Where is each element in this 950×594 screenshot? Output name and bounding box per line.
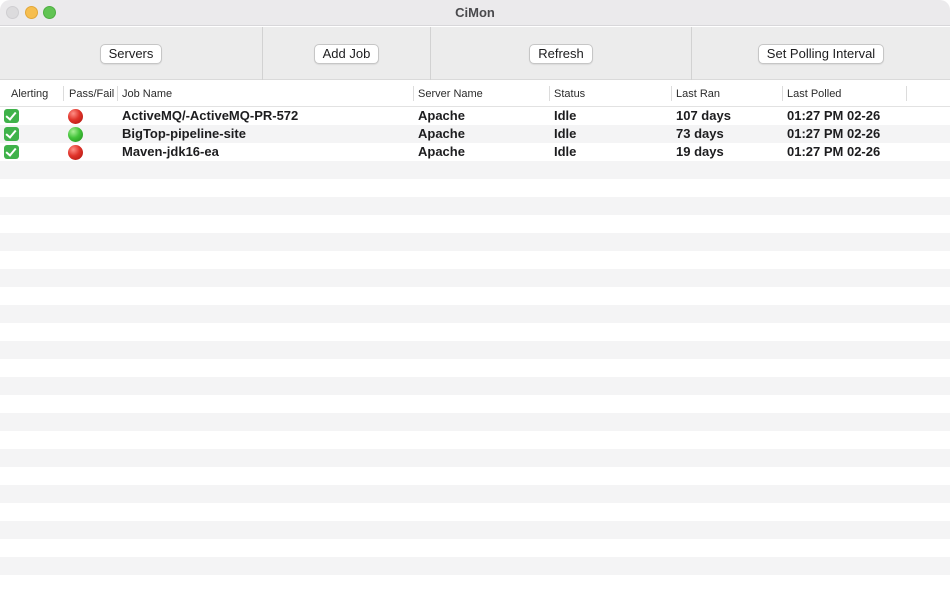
cell-job-name: ActiveMQ/-ActiveMQ-PR-572 [122, 108, 299, 123]
cell-job-name: Maven-jdk16-ea [122, 144, 219, 159]
cell-status: Idle [554, 108, 577, 123]
column-header-server-name[interactable]: Server Name [414, 87, 483, 101]
cell-last-ran: 19 days [676, 144, 724, 159]
empty-table-row [0, 233, 950, 251]
refresh-button[interactable]: Refresh [529, 43, 593, 64]
cell-status: Idle [554, 144, 577, 159]
cell-server-name: Apache [418, 144, 465, 159]
empty-table-row [0, 197, 950, 215]
empty-table-row [0, 431, 950, 449]
app-window: CiMon Servers Add Job Refresh Set Pollin… [0, 0, 950, 594]
column-resize-handle[interactable] [63, 86, 64, 101]
empty-table-row [0, 161, 950, 179]
toolbar-cell-add-job: Add Job [263, 27, 430, 80]
empty-table-row [0, 377, 950, 395]
empty-table-row [0, 557, 950, 575]
column-header-status[interactable]: Status [550, 87, 585, 101]
empty-table-row [0, 215, 950, 233]
cell-last-polled: 01:27 PM 02-26 [787, 144, 881, 159]
column-header-last-ran[interactable]: Last Ran [672, 87, 720, 101]
empty-table-row [0, 251, 950, 269]
empty-table-row [0, 413, 950, 431]
cell-last-ran: 73 days [676, 126, 724, 141]
servers-button[interactable]: Servers [99, 43, 163, 64]
empty-table-row [0, 485, 950, 503]
empty-table-row [0, 359, 950, 377]
jobs-table: Alerting Pass/Fail Job Name Server Name … [0, 81, 950, 594]
column-header-last-polled[interactable]: Last Polled [783, 87, 841, 101]
alerting-checkbox-icon[interactable] [4, 109, 19, 123]
empty-table-row [0, 287, 950, 305]
cell-last-polled: 01:27 PM 02-26 [787, 126, 881, 141]
red-status-dot-icon [68, 145, 83, 160]
alerting-checkbox-icon[interactable] [4, 127, 19, 141]
cell-server-name: Apache [418, 126, 465, 141]
empty-table-row [0, 305, 950, 323]
cell-job-name: BigTop-pipeline-site [122, 126, 246, 141]
empty-table-row [0, 521, 950, 539]
column-resize-handle[interactable] [906, 86, 907, 101]
toolbar-cell-refresh: Refresh [431, 27, 691, 80]
empty-table-row [0, 467, 950, 485]
empty-table-row [0, 395, 950, 413]
alerting-checkbox-icon[interactable] [4, 145, 19, 159]
cell-server-name: Apache [418, 108, 465, 123]
green-status-dot-icon [68, 127, 83, 142]
empty-table-row [0, 269, 950, 287]
empty-table-row [0, 539, 950, 557]
toolbar-cell-polling: Set Polling Interval [692, 27, 950, 80]
toolbar-cell-servers: Servers [0, 27, 262, 80]
table-header: Alerting Pass/Fail Job Name Server Name … [0, 81, 950, 107]
empty-table-row [0, 341, 950, 359]
empty-table-row [0, 575, 950, 593]
column-header-pass-fail[interactable]: Pass/Fail [65, 87, 114, 101]
empty-table-row [0, 179, 950, 197]
table-row[interactable]: BigTop-pipeline-site Apache Idle 73 days 01:… [0, 125, 950, 143]
cell-status: Idle [554, 126, 577, 141]
table-row[interactable]: Maven-jdk16-ea Apache Idle 19 days 01:27 PM … [0, 143, 950, 161]
cell-last-polled: 01:27 PM 02-26 [787, 108, 881, 123]
empty-table-row [0, 503, 950, 521]
cell-last-ran: 107 days [676, 108, 731, 123]
red-status-dot-icon [68, 109, 83, 124]
column-header-job-name[interactable]: Job Name [118, 87, 172, 101]
set-polling-interval-button[interactable]: Set Polling Interval [757, 43, 885, 64]
title-bar: CiMon [0, 0, 950, 26]
toolbar: Servers Add Job Refresh Set Polling Inte… [0, 27, 950, 80]
window-title: CiMon [455, 5, 495, 20]
empty-table-row [0, 323, 950, 341]
empty-table-row [0, 449, 950, 467]
table-row[interactable]: ActiveMQ/-ActiveMQ-PR-572 Apache Idle 107 d… [0, 107, 950, 125]
add-job-button[interactable]: Add Job [313, 43, 380, 64]
column-header-alerting[interactable]: Alerting [7, 87, 48, 101]
